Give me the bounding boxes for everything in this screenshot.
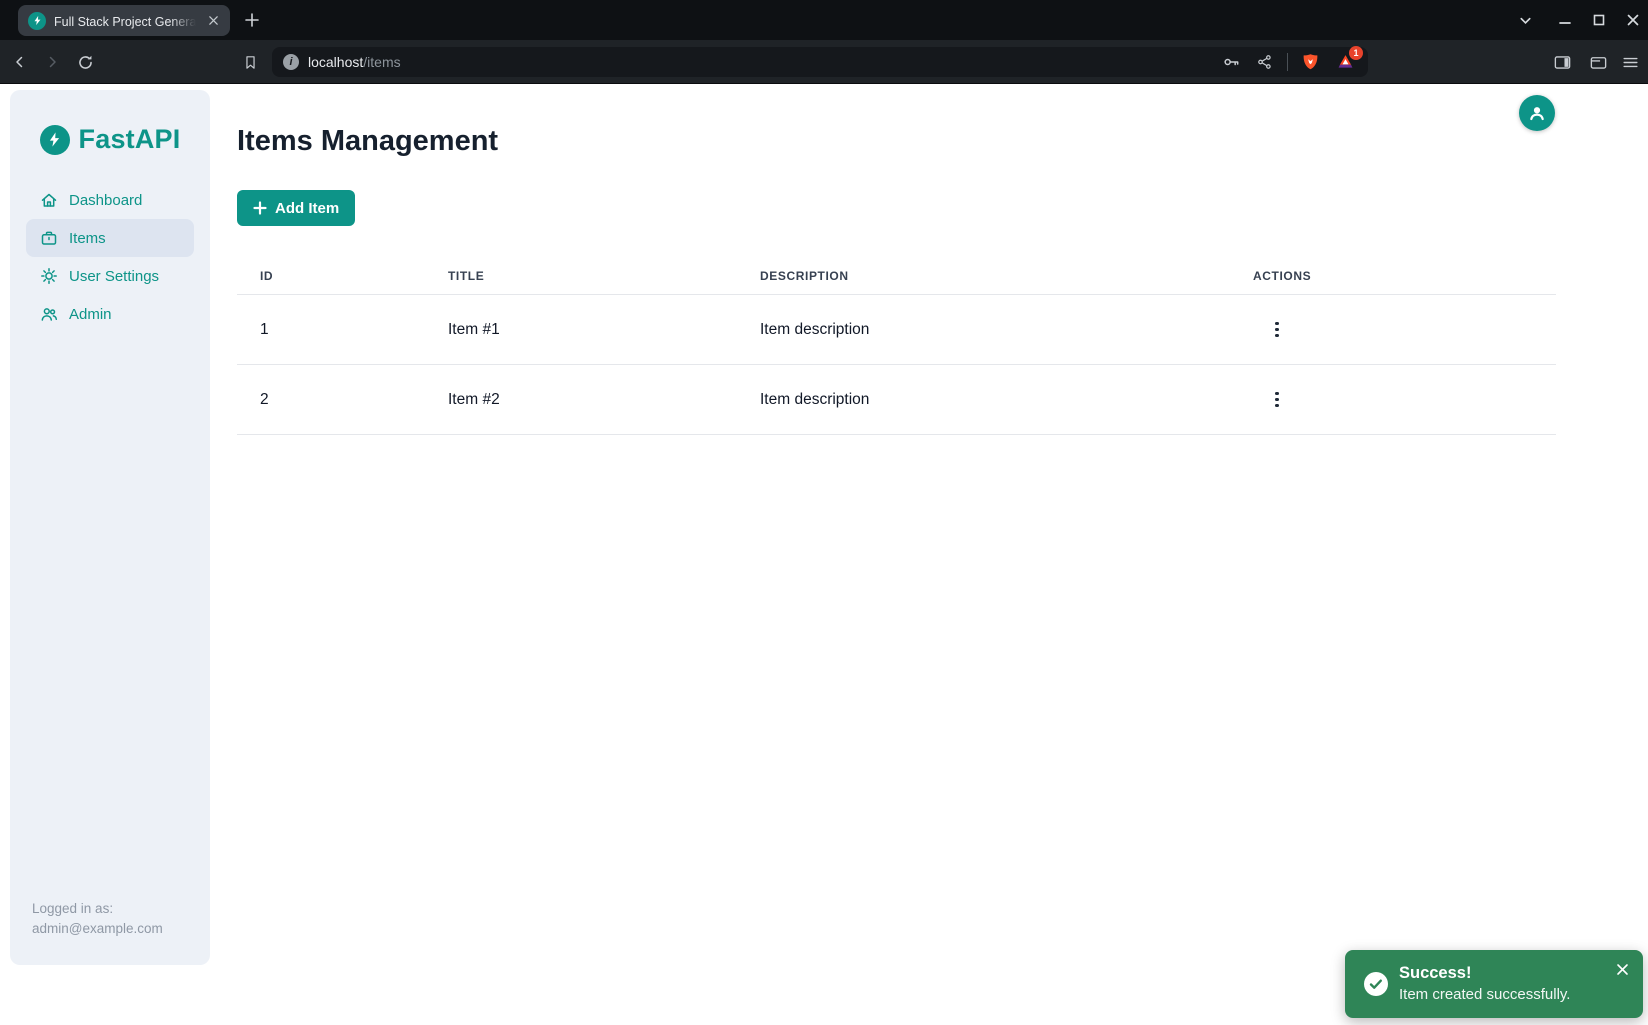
toast-title: Success!	[1399, 962, 1570, 984]
user-icon	[1526, 102, 1548, 124]
back-button[interactable]	[8, 50, 32, 74]
items-table: ID TITLE DESCRIPTION ACTIONS 1 Item #1 I…	[237, 258, 1556, 435]
app-sidebar: FastAPI Dashboard Items	[10, 90, 210, 965]
toolbar-separator	[1287, 53, 1288, 71]
logged-in-label: Logged in as:	[32, 899, 163, 919]
window-maximize-button[interactable]	[1584, 0, 1614, 40]
sidebar-item-label: User Settings	[69, 268, 159, 285]
bookmark-icon[interactable]	[238, 50, 262, 74]
page-title: Items Management	[237, 125, 498, 158]
sidebar-item-dashboard[interactable]: Dashboard	[10, 181, 210, 219]
logged-in-email: admin@example.com	[32, 919, 163, 939]
check-circle-icon	[1363, 971, 1389, 1002]
browser-toolbar: i localhost/items	[0, 40, 1648, 84]
fastapi-logo: FastAPI	[10, 90, 210, 155]
cell-title: Item #2	[448, 391, 760, 409]
window-close-button[interactable]	[1618, 0, 1648, 40]
add-item-label: Add Item	[275, 200, 339, 217]
table-row: 2 Item #2 Item description	[237, 365, 1556, 435]
sidebar-item-label: Items	[69, 230, 106, 247]
brave-rewards-icon[interactable]: 1	[1332, 49, 1358, 75]
wallet-icon[interactable]	[1586, 50, 1610, 74]
table-header-row: ID TITLE DESCRIPTION ACTIONS	[237, 258, 1556, 295]
share-icon[interactable]	[1253, 50, 1277, 74]
cell-description: Item description	[760, 391, 1253, 409]
page-content	[0, 85, 1648, 1025]
briefcase-icon	[40, 229, 58, 247]
browser-tab[interactable]: Full Stack Project Genera	[18, 5, 230, 36]
rewards-badge: 1	[1349, 46, 1363, 60]
column-header-description: DESCRIPTION	[760, 269, 1253, 283]
window-controls	[1510, 0, 1648, 40]
url-path: /items	[363, 54, 400, 70]
row-actions-kebab-button[interactable]	[1266, 316, 1288, 344]
tab-strip: Full Stack Project Genera	[0, 0, 1648, 40]
browser-window: Full Stack Project Genera	[0, 0, 1648, 1025]
toast-close-icon[interactable]	[1613, 960, 1631, 978]
forward-button[interactable]	[40, 50, 64, 74]
site-favicon-icon	[28, 12, 46, 30]
cell-id: 2	[237, 391, 448, 409]
url-host: localhost	[308, 54, 363, 70]
sidebar-nav: Dashboard Items User Settings	[10, 181, 210, 333]
password-key-icon[interactable]	[1219, 50, 1243, 74]
sidebar-item-label: Dashboard	[69, 192, 142, 209]
toast-message: Item created successfully.	[1399, 984, 1570, 1006]
column-header-title: TITLE	[448, 269, 760, 283]
gear-icon	[40, 267, 58, 285]
sidebar-item-admin[interactable]: Admin	[10, 295, 210, 333]
brave-shield-icon[interactable]	[1298, 50, 1322, 74]
add-item-button[interactable]: Add Item	[237, 190, 355, 226]
fastapi-logo-icon	[40, 125, 70, 155]
users-icon	[40, 305, 58, 323]
sidebar-item-label: Admin	[69, 306, 112, 323]
cell-id: 1	[237, 321, 448, 339]
table-row: 1 Item #1 Item description	[237, 295, 1556, 365]
column-header-actions: ACTIONS	[1253, 269, 1556, 283]
new-tab-button[interactable]	[240, 8, 264, 32]
success-toast: Success! Item created successfully.	[1345, 950, 1643, 1018]
tab-title-fade	[170, 13, 196, 29]
window-minimize-button[interactable]	[1550, 0, 1580, 40]
home-icon	[40, 191, 58, 209]
url-bar[interactable]: i localhost/items	[272, 47, 1368, 77]
cell-description: Item description	[760, 321, 1253, 339]
user-avatar-button[interactable]	[1519, 95, 1555, 131]
cell-title: Item #1	[448, 321, 760, 339]
reload-button[interactable]	[73, 50, 97, 74]
sidebar-item-items[interactable]: Items	[26, 219, 194, 257]
menu-hamburger-icon[interactable]	[1618, 50, 1642, 74]
logo-text: FastAPI	[79, 124, 181, 155]
column-header-id: ID	[237, 269, 448, 283]
tab-close-icon[interactable]	[204, 12, 222, 30]
logged-in-info: Logged in as: admin@example.com	[32, 899, 163, 939]
tab-search-chevron-icon[interactable]	[1510, 0, 1540, 40]
sidebar-toggle-icon[interactable]	[1550, 50, 1574, 74]
row-actions-kebab-button[interactable]	[1266, 386, 1288, 414]
site-info-icon[interactable]: i	[280, 51, 302, 73]
sidebar-item-user-settings[interactable]: User Settings	[10, 257, 210, 295]
plus-icon	[253, 201, 267, 215]
